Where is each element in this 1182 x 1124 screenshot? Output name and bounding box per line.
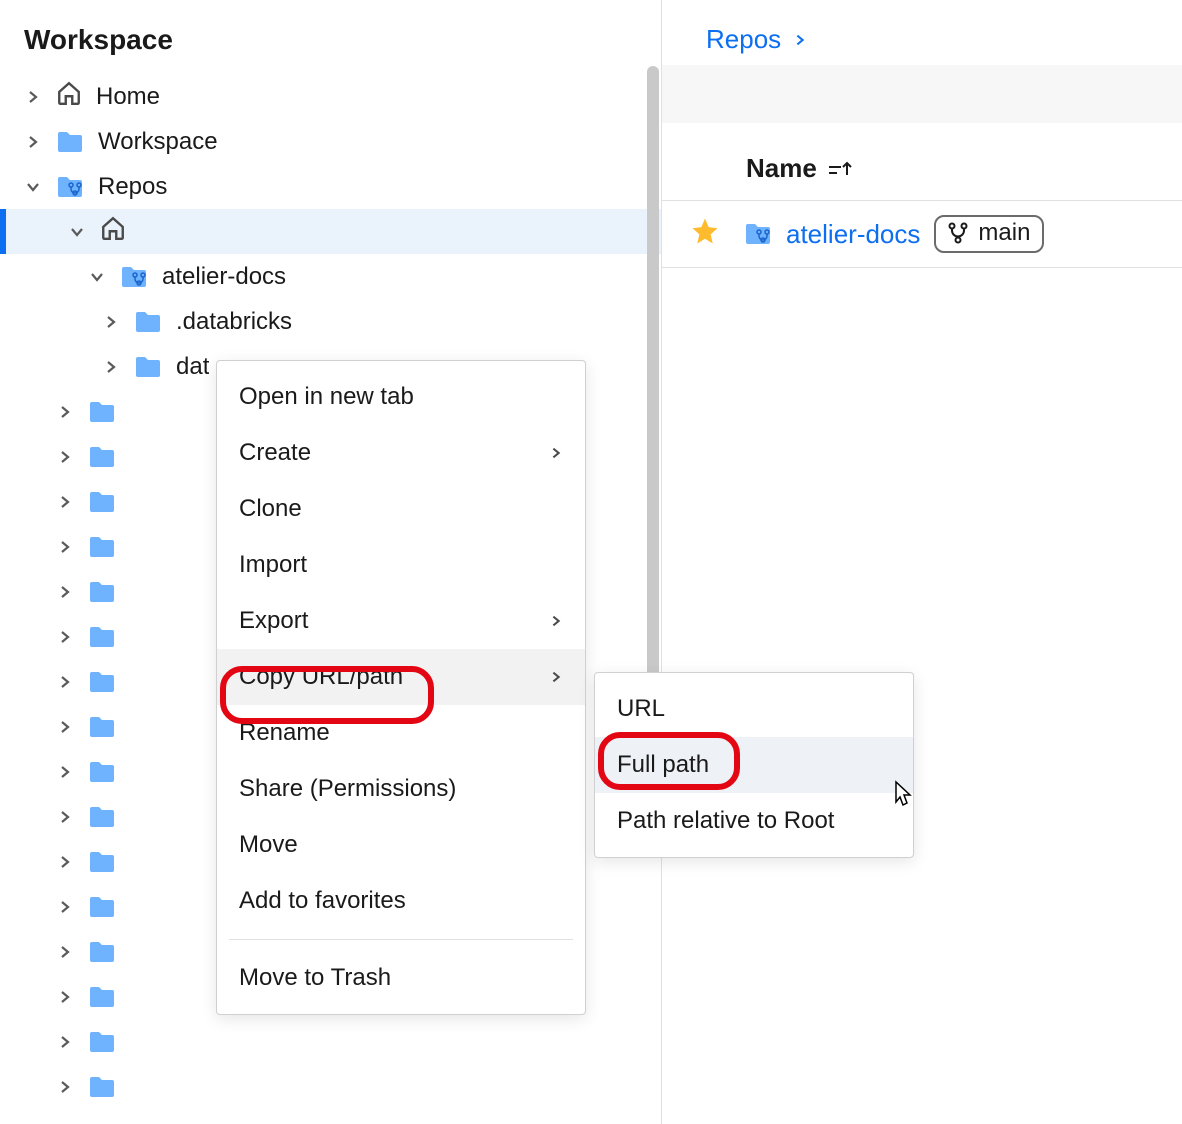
menu-copy-url-path[interactable]: Copy URL/path (217, 649, 585, 705)
tree-label: atelier-docs (162, 263, 286, 291)
folder-icon (88, 1075, 116, 1099)
submenu-url[interactable]: URL (595, 681, 913, 737)
branch-name: main (978, 219, 1030, 247)
menu-separator (229, 939, 573, 940)
chevron-right-icon (24, 88, 42, 106)
breadcrumb-repos-link[interactable]: Repos (706, 24, 781, 55)
chevron-right-icon (56, 988, 74, 1006)
chevron-right-icon (549, 663, 563, 691)
tree-item-generic[interactable] (0, 1064, 661, 1109)
menu-import[interactable]: Import (217, 537, 585, 593)
chevron-right-icon (56, 1033, 74, 1051)
tree-item-databricks[interactable]: .databricks (0, 299, 661, 344)
tree-item-home[interactable]: Home (0, 74, 661, 119)
chevron-right-icon (24, 133, 42, 151)
folder-icon (134, 355, 162, 379)
chevron-right-icon (56, 493, 74, 511)
folder-icon (88, 715, 116, 739)
chevron-right-icon (549, 607, 563, 635)
folder-icon (88, 805, 116, 829)
repo-folder-icon (120, 265, 148, 289)
folder-icon (88, 895, 116, 919)
folder-icon (134, 310, 162, 334)
submenu-relative[interactable]: Path relative to Root (595, 793, 913, 849)
folder-icon (88, 670, 116, 694)
tree-label: dat (176, 353, 209, 381)
chevron-down-icon (88, 268, 106, 286)
folder-icon (88, 580, 116, 604)
chevron-right-icon (56, 943, 74, 961)
chevron-right-icon (56, 448, 74, 466)
repo-folder-icon (744, 222, 772, 246)
folder-icon (88, 400, 116, 424)
tree-label: Repos (98, 173, 167, 201)
chevron-right-icon (56, 673, 74, 691)
menu-create[interactable]: Create (217, 425, 585, 481)
chevron-right-icon (56, 403, 74, 421)
tree-item-atelier-docs[interactable]: atelier-docs (0, 254, 661, 299)
folder-icon (88, 760, 116, 784)
folder-icon (88, 850, 116, 874)
tree-item-repos[interactable]: Repos (0, 164, 661, 209)
sidebar-title: Workspace (0, 0, 661, 74)
folder-icon (88, 445, 116, 469)
folder-icon (88, 1030, 116, 1054)
menu-move[interactable]: Move (217, 817, 585, 873)
menu-open-new-tab[interactable]: Open in new tab (217, 369, 585, 425)
menu-share[interactable]: Share (Permissions) (217, 761, 585, 817)
chevron-right-icon (56, 853, 74, 871)
chevron-right-icon (56, 1078, 74, 1096)
chevron-right-icon (56, 628, 74, 646)
pointer-cursor-icon (888, 778, 916, 817)
branch-icon (946, 221, 970, 245)
chevron-right-icon (793, 26, 807, 54)
breadcrumb: Repos (662, 24, 1182, 55)
star-icon[interactable] (690, 216, 720, 253)
tree-item-user-home[interactable] (0, 209, 661, 254)
table-header[interactable]: Name (662, 123, 1182, 201)
chevron-right-icon (56, 898, 74, 916)
tree-label: Home (96, 83, 160, 111)
menu-export[interactable]: Export (217, 593, 585, 649)
tree-item-workspace[interactable]: Workspace (0, 119, 661, 164)
tree-label: .databricks (176, 308, 292, 336)
chevron-right-icon (102, 358, 120, 376)
tree-label: Workspace (98, 128, 218, 156)
sort-ascending-icon (827, 159, 853, 179)
chevron-down-icon (68, 223, 86, 241)
table-row[interactable]: atelier-docs main (662, 201, 1182, 268)
folder-icon (56, 130, 84, 154)
home-icon (100, 215, 126, 248)
home-icon (56, 80, 82, 113)
main-panel: Repos Name atelier-docs main (662, 0, 1182, 1124)
menu-clone[interactable]: Clone (217, 481, 585, 537)
chevron-right-icon (56, 538, 74, 556)
menu-rename[interactable]: Rename (217, 705, 585, 761)
toolbar-placeholder (662, 65, 1182, 123)
chevron-right-icon (56, 763, 74, 781)
repo-folder-icon (56, 175, 84, 199)
submenu-copy-url-path: URL Full path Path relative to Root (594, 672, 914, 858)
folder-icon (88, 625, 116, 649)
branch-pill[interactable]: main (934, 215, 1044, 253)
scrollbar-thumb[interactable] (647, 66, 659, 686)
folder-icon (88, 985, 116, 1009)
menu-add-favorites[interactable]: Add to favorites (217, 873, 585, 929)
submenu-full-path[interactable]: Full path (595, 737, 913, 793)
chevron-right-icon (56, 718, 74, 736)
folder-icon (88, 490, 116, 514)
tree-item-generic[interactable] (0, 1019, 661, 1064)
chevron-down-icon (24, 178, 42, 196)
scrollbar[interactable] (645, 66, 661, 1116)
folder-icon (88, 535, 116, 559)
chevron-right-icon (549, 439, 563, 467)
chevron-right-icon (56, 808, 74, 826)
folder-icon (88, 940, 116, 964)
chevron-right-icon (102, 313, 120, 331)
repo-link[interactable]: atelier-docs (786, 219, 920, 250)
context-menu: Open in new tab Create Clone Import Expo… (216, 360, 586, 1015)
chevron-right-icon (56, 583, 74, 601)
menu-move-trash[interactable]: Move to Trash (217, 950, 585, 1006)
column-name: Name (746, 153, 817, 184)
